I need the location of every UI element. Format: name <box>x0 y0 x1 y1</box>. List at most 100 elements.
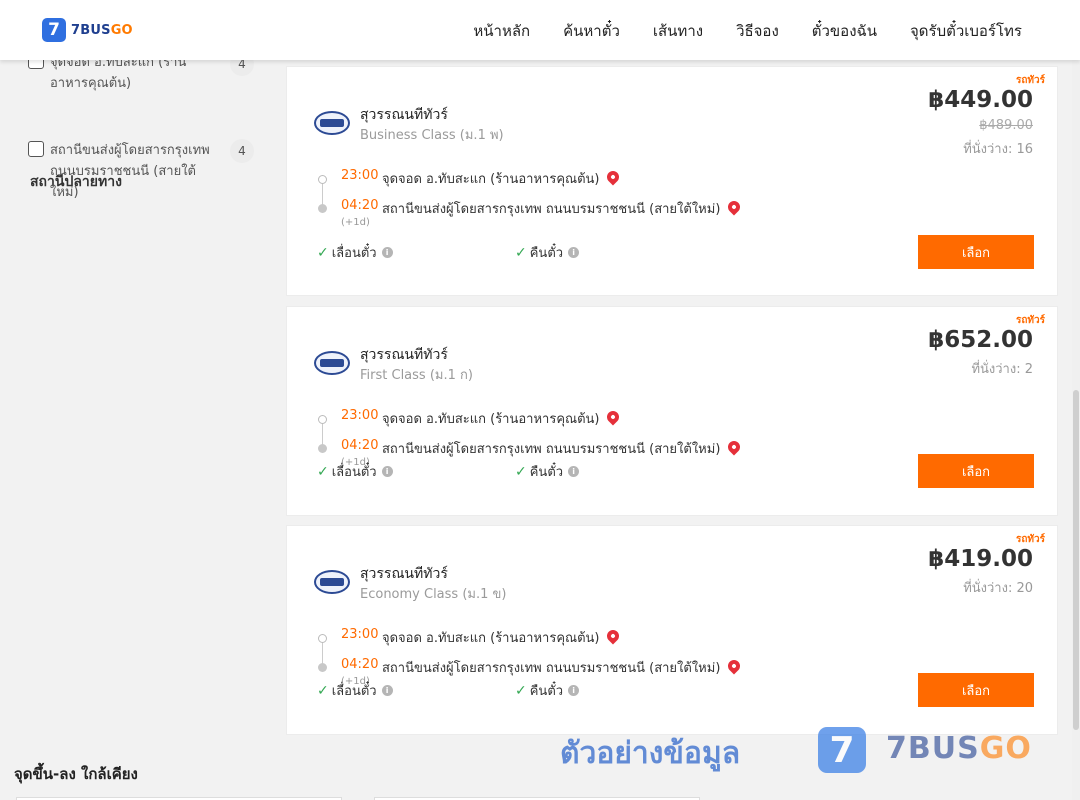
trip-price: ฿652.00 <box>928 327 1033 353</box>
bus-class: First Class (ม.1 ก) <box>360 368 473 383</box>
scrollbar-thumb[interactable] <box>1073 390 1079 730</box>
departure-time: 23:00 <box>341 408 379 423</box>
seats-available: ที่นั่งว่าง: 2 <box>971 362 1033 377</box>
nearby-stops-title: จุดขึ้น-ลง ใกล้เคียง <box>14 765 138 783</box>
check-icon: ✓ <box>515 244 527 261</box>
check-icon: ✓ <box>317 463 329 480</box>
original-price: ฿489.00 <box>979 118 1033 133</box>
departure-place-label: จุดจอด อ.ทับสะแก (ร้านอาหารคุณต้น) <box>382 412 600 427</box>
map-pin-icon[interactable] <box>604 408 622 425</box>
departure-place: จุดจอด อ.ทับสะแก (ร้านอาหารคุณต้น) <box>382 627 622 648</box>
nav-ticket-points[interactable]: จุดรับตั๋วเบอร์โทร <box>910 19 1022 43</box>
main-nav: หน้าหลัก ค้นหาตั๋ว เส้นทาง วิธีจอง ตั๋วข… <box>440 19 1022 43</box>
feature-label: คืนตั๋ว <box>529 465 564 480</box>
sample-data-watermark: ตัวอย่างข้อมูล <box>560 736 741 771</box>
check-icon: ✓ <box>317 682 329 699</box>
watermark-7bus: 7BUS <box>886 731 980 766</box>
info-icon[interactable]: i <box>381 247 393 258</box>
nav-how-to-book[interactable]: วิธีจอง <box>736 19 779 43</box>
departure-time: 23:00 <box>341 627 379 642</box>
watermark-go: GO <box>979 731 1032 766</box>
operator-name: สุวรรณนทีทัวร์ <box>360 107 448 123</box>
select-trip-button[interactable]: เลือก <box>918 235 1034 269</box>
feature-refund: ✓ คืนตั๋ว i <box>515 680 580 701</box>
map-pin-icon[interactable] <box>725 438 743 455</box>
check-icon: ✓ <box>515 463 527 480</box>
arrival-place: สถานีขนส่งผู้โดยสารกรุงเทพ ถนนบรมราชชนนี… <box>382 198 743 219</box>
nav-home[interactable]: หน้าหลัก <box>473 19 530 43</box>
feature-reschedule: ✓ เลื่อนตั๋ว i <box>317 680 393 701</box>
info-icon[interactable]: i <box>381 466 393 477</box>
map-pin-icon[interactable] <box>604 168 622 185</box>
trip-card: รถทัวร์ สุวรรณนทีทัวร์ Business Class (ม… <box>286 66 1058 296</box>
feature-label: คืนตั๋ว <box>529 246 564 261</box>
operator-name: สุวรรณนทีทัวร์ <box>360 566 448 582</box>
info-icon[interactable]: i <box>568 466 580 477</box>
bus-class: Business Class (ม.1 พ) <box>360 128 504 143</box>
departure-place-label: จุดจอด อ.ทับสะแก (ร้านอาหารคุณต้น) <box>382 631 600 646</box>
nav-routes[interactable]: เส้นทาง <box>653 19 703 43</box>
filter-label: สถานีขนส่งผู้โดยสารกรุงเทพ ถนนบรมราชชนนี… <box>50 143 210 200</box>
info-icon[interactable]: i <box>568 685 580 696</box>
arrival-place-label: สถานีขนส่งผู้โดยสารกรุงเทพ ถนนบรมราชชนนี… <box>382 202 721 217</box>
map-pin-icon[interactable] <box>604 627 622 644</box>
info-icon[interactable]: i <box>568 247 580 258</box>
operator-name: สุวรรณนทีทัวร์ <box>360 347 448 363</box>
logo-text: 7BUSGO <box>71 23 133 38</box>
feature-reschedule: ✓ เลื่อนตั๋ว i <box>317 461 393 482</box>
departure-place-label: จุดจอด อ.ทับสะแก (ร้านอาหารคุณต้น) <box>382 172 600 187</box>
map-pin-icon[interactable] <box>725 657 743 674</box>
arrival-time: 04:20 <box>341 198 379 213</box>
departure-dot <box>318 175 327 184</box>
watermark-brand: 7BUSGO <box>886 731 1032 766</box>
bus-type-tag: รถทัวร์ <box>1015 534 1045 545</box>
logo-7bus: 7BUS <box>71 22 111 38</box>
nav-my-tickets[interactable]: ตั๋วของฉัน <box>812 19 877 43</box>
filter-item-destination[interactable]: สถานีขนส่งผู้โดยสารกรุงเทพ ถนนบรมราชชนนี… <box>28 140 210 203</box>
arrival-time: 04:20 <box>341 438 379 453</box>
arrival-place-label: สถานีขนส่งผู้โดยสารกรุงเทพ ถนนบรมราชชนนี… <box>382 442 721 457</box>
arrival-dot <box>318 444 327 453</box>
departure-place: จุดจอด อ.ทับสะแก (ร้านอาหารคุณต้น) <box>382 408 622 429</box>
arrival-time: 04:20 <box>341 657 379 672</box>
operator-logo <box>314 351 350 375</box>
feature-label: เลื่อนตั๋ว <box>331 465 377 480</box>
feature-label: เลื่อนตั๋ว <box>331 246 377 261</box>
nav-search-tickets[interactable]: ค้นหาตั๋ว <box>563 19 620 43</box>
feature-refund: ✓ คืนตั๋ว i <box>515 242 580 263</box>
select-trip-button[interactable]: เลือก <box>918 673 1034 707</box>
arrival-place: สถานีขนส่งผู้โดยสารกรุงเทพ ถนนบรมราชชนนี… <box>382 657 743 678</box>
bus-type-tag: รถทัวร์ <box>1015 75 1045 86</box>
trip-card: รถทัวร์ สุวรรณนทีทัวร์ First Class (ม.1 … <box>286 306 1058 516</box>
check-icon: ✓ <box>317 244 329 261</box>
departure-dot <box>318 415 327 424</box>
check-icon: ✓ <box>515 682 527 699</box>
info-icon[interactable]: i <box>381 685 393 696</box>
top-header: 7 7BUSGO หน้าหลัก ค้นหาตั๋ว เส้นทาง วิธี… <box>0 0 1080 60</box>
operator-logo <box>314 111 350 135</box>
seats-available: ที่นั่งว่าง: 20 <box>963 581 1033 596</box>
seats-available: ที่นั่งว่าง: 16 <box>963 142 1033 157</box>
bus-type-tag: รถทัวร์ <box>1015 315 1045 326</box>
map-pin-icon[interactable] <box>725 198 743 215</box>
filter-checkbox[interactable] <box>28 141 44 157</box>
arrival-dot <box>318 663 327 672</box>
select-trip-button[interactable]: เลือก <box>918 454 1034 488</box>
watermark-logo-icon: 7 <box>818 727 866 773</box>
feature-refund: ✓ คืนตั๋ว i <box>515 461 580 482</box>
trip-price: ฿449.00 <box>928 87 1033 113</box>
departure-dot <box>318 634 327 643</box>
trip-card: รถทัวร์ สุวรรณนทีทัวร์ Economy Class (ม.… <box>286 525 1058 735</box>
operator-logo <box>314 570 350 594</box>
departure-place: จุดจอด อ.ทับสะแก (ร้านอาหารคุณต้น) <box>382 168 622 189</box>
trip-price: ฿419.00 <box>928 546 1033 572</box>
arrival-place: สถานีขนส่งผู้โดยสารกรุงเทพ ถนนบรมราชชนนี… <box>382 438 743 459</box>
feature-label: เลื่อนตั๋ว <box>331 684 377 699</box>
feature-reschedule: ✓ เลื่อนตั๋ว i <box>317 242 393 263</box>
site-logo[interactable]: 7 7BUSGO <box>42 18 133 42</box>
arrival-place-label: สถานีขนส่งผู้โดยสารกรุงเทพ ถนนบรมราชชนนี… <box>382 661 721 676</box>
next-day-label: (+1d) <box>341 217 370 228</box>
arrival-dot <box>318 204 327 213</box>
departure-time: 23:00 <box>341 168 379 183</box>
page-scrollbar[interactable] <box>1072 60 1080 800</box>
